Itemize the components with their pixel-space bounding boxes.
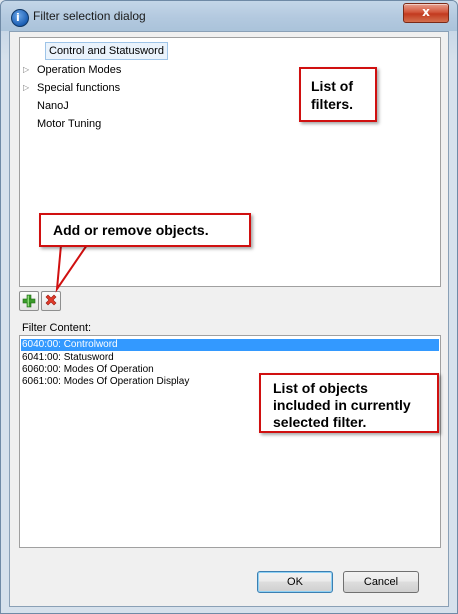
- remove-x-icon: [45, 294, 57, 306]
- tree-item-label: Special functions: [37, 82, 121, 94]
- callout-add-remove-objects: Add or remove objects.: [39, 213, 251, 247]
- tree-item-label: Operation Modes: [37, 64, 122, 76]
- list-item[interactable]: 6040:00: Controlword: [21, 339, 439, 351]
- title-bar[interactable]: i Filter selection dialog x: [1, 1, 457, 31]
- plus-icon: [22, 294, 36, 308]
- callout-line: List of objects: [273, 380, 368, 396]
- window-title: Filter selection dialog: [33, 9, 146, 23]
- filter-selection-dialog: i Filter selection dialog x Control and …: [0, 0, 458, 614]
- expand-arrow-icon[interactable]: ▷: [23, 61, 33, 79]
- callout-list-of-filters: List of filters.: [299, 67, 377, 122]
- callout-line: selected filter.: [273, 414, 367, 430]
- add-filter-button[interactable]: [19, 291, 39, 311]
- callout-line: included in currently: [273, 397, 411, 413]
- callout-line: filters.: [311, 96, 354, 112]
- cancel-button[interactable]: Cancel: [343, 571, 419, 593]
- app-logo-icon: i: [11, 9, 29, 27]
- filter-content-list[interactable]: 6040:00: Controlword 6041:00: Statusword…: [19, 335, 441, 548]
- filter-content-label: Filter Content:: [22, 322, 92, 334]
- callout-pointer: [55, 243, 89, 293]
- expand-arrow-icon[interactable]: ▷: [23, 79, 33, 97]
- tree-item-label: NanoJ: [37, 100, 69, 112]
- dialog-client-area: Control and Statusword ▷ Operation Modes…: [9, 31, 449, 607]
- callout-list-of-objects: List of objects included in currently se…: [259, 373, 439, 433]
- callout-line: List of: [311, 78, 353, 94]
- remove-filter-button[interactable]: [41, 291, 61, 311]
- tree-item-label: Control and Statusword: [45, 42, 168, 60]
- tree-item-label: Motor Tuning: [37, 118, 102, 130]
- list-item[interactable]: 6041:00: Statusword: [21, 352, 439, 364]
- close-button[interactable]: x: [403, 3, 449, 23]
- ok-button[interactable]: OK: [257, 571, 333, 593]
